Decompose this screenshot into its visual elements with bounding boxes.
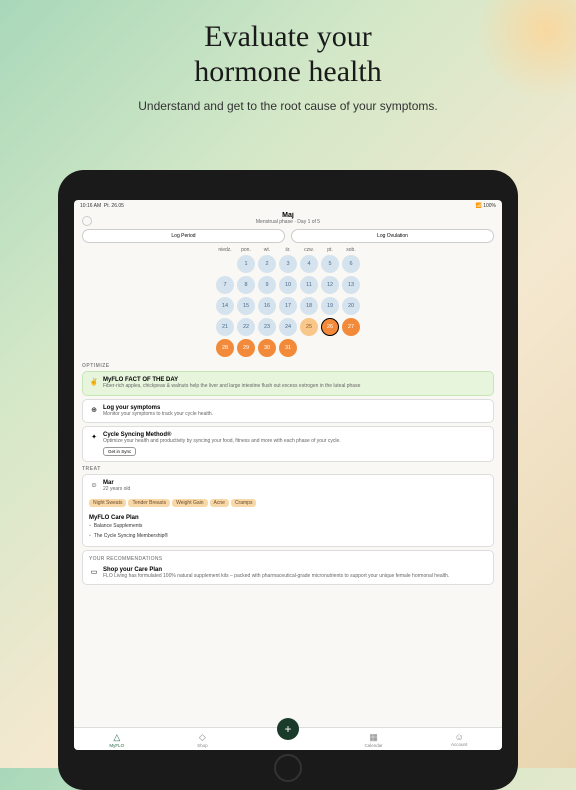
fact-icon: ✌ (89, 377, 99, 387)
calendar-day[interactable]: 6 (342, 255, 360, 273)
calendar-day[interactable]: 29 (237, 339, 255, 357)
fact-card: ✌ MyFLO FACT OF THE DAY Fiber-rich apple… (82, 371, 494, 396)
symptom-tag[interactable]: Tender Breasts (128, 499, 170, 507)
calendar-day[interactable]: 13 (342, 276, 360, 294)
calendar-day[interactable]: 28 (216, 339, 234, 357)
log-period-button[interactable]: Log Period (82, 229, 285, 243)
phase-subtitle: Menstrual phase · Day 1 of 5 (96, 219, 480, 225)
section-treat: TREAT (82, 466, 494, 472)
careplan-item[interactable]: ▫The Cycle Syncing Membership® (89, 531, 168, 541)
calendar-day (216, 255, 234, 273)
profile-avatar[interactable] (82, 216, 92, 226)
person-icon: ☺ (89, 481, 99, 491)
calendar-day[interactable]: 21 (216, 318, 234, 336)
symptom-tag[interactable]: Night Sweats (89, 499, 126, 507)
calendar-day[interactable]: 30 (258, 339, 276, 357)
calendar-day[interactable]: 7 (216, 276, 234, 294)
dow-label: niedz. (216, 247, 234, 253)
section-optimize: OPTIMIZE (82, 363, 494, 369)
log-symptoms-card[interactable]: ⊕ Log your symptoms Monitor your symptom… (82, 399, 494, 424)
calendar-day[interactable]: 15 (237, 297, 255, 315)
profile-card: ☺ Mar 22 years old Night SweatsTender Br… (82, 474, 494, 548)
calendar-day (342, 339, 360, 357)
calendar-day[interactable]: 23 (258, 318, 276, 336)
tab-account[interactable]: ☺Account (416, 732, 502, 748)
calendar-day[interactable]: 4 (300, 255, 318, 273)
calendar-day[interactable]: 12 (321, 276, 339, 294)
dow-label: pon. (237, 247, 255, 253)
calendar-day[interactable]: 24 (279, 318, 297, 336)
calendar-day[interactable]: 22 (237, 318, 255, 336)
calendar-day[interactable]: 27 (342, 318, 360, 336)
dow-label: śr. (279, 247, 297, 253)
calendar-day[interactable]: 26 (321, 318, 339, 336)
calendar-day[interactable]: 18 (300, 297, 318, 315)
symptom-tag[interactable]: Acne (210, 499, 229, 507)
dow-label: czw. (300, 247, 318, 253)
profile-age: 22 years old (103, 486, 130, 493)
calendar-day (300, 339, 318, 357)
calendar-day (321, 339, 339, 357)
calendar-day[interactable]: 2 (258, 255, 276, 273)
calendar-day[interactable]: 17 (279, 297, 297, 315)
calendar-day[interactable]: 14 (216, 297, 234, 315)
calendar-day[interactable]: 19 (321, 297, 339, 315)
tab-calendar[interactable]: ▦Calendar (331, 732, 417, 748)
calendar-day[interactable]: 11 (300, 276, 318, 294)
log-ovulation-button[interactable]: Log Ovulation (291, 229, 494, 243)
calendar: niedz.pon.wt.śr.czw.pt.sob. 123456789101… (82, 247, 494, 357)
dow-label: wt. (258, 247, 276, 253)
shop-icon: ▭ (89, 567, 99, 577)
symptom-tag[interactable]: Cramps (231, 499, 257, 507)
fact-body: Fiber-rich apples, chickpeas & walnuts h… (103, 383, 360, 390)
recs-label: YOUR RECOMMENDATIONS (89, 556, 162, 563)
home-button[interactable] (274, 754, 302, 782)
tablet-frame: 10:16 AM Pt. 26.05 📶 100% Maj Menstrual … (58, 170, 518, 790)
get-in-sync-button[interactable]: Get in Sync (103, 447, 136, 456)
shop-card[interactable]: YOUR RECOMMENDATIONS ▭ Shop your Care Pl… (82, 550, 494, 585)
dow-label: pt. (321, 247, 339, 253)
log-symptoms-body: Monitor your symptoms to track your cycl… (103, 411, 213, 418)
shop-body: FLO Living has formulated 100% natural s… (103, 573, 449, 580)
fab-add-button[interactable]: + (277, 718, 299, 740)
calendar-day[interactable]: 8 (237, 276, 255, 294)
tab-bar: + △MyFLO◇Shop▦Calendar☺Account (74, 727, 502, 750)
calendar-day[interactable]: 16 (258, 297, 276, 315)
careplan-item[interactable]: ▫Balance Supplements (89, 521, 168, 531)
tab-shop[interactable]: ◇Shop (160, 732, 246, 748)
month-title: Maj (96, 212, 480, 219)
plus-icon: ⊕ (89, 405, 99, 415)
calendar-day[interactable]: 25 (300, 318, 318, 336)
cycle-sync-body: Optimize your health and productivity by… (103, 438, 341, 445)
calendar-day[interactable]: 31 (279, 339, 297, 357)
cycle-sync-card[interactable]: ✦ Cycle Syncing Method® Optimize your he… (82, 426, 494, 462)
calendar-day[interactable]: 20 (342, 297, 360, 315)
calendar-day[interactable]: 9 (258, 276, 276, 294)
status-bar: 10:16 AM Pt. 26.05 📶 100% (74, 200, 502, 212)
sync-icon: ✦ (89, 432, 99, 442)
hero-subtitle: Understand and get to the root cause of … (20, 99, 556, 113)
symptom-tag[interactable]: Weight Gain (172, 499, 207, 507)
calendar-day[interactable]: 5 (321, 255, 339, 273)
calendar-day[interactable]: 10 (279, 276, 297, 294)
dow-label: sob. (342, 247, 360, 253)
app-screen: 10:16 AM Pt. 26.05 📶 100% Maj Menstrual … (74, 200, 502, 750)
tab-myflo[interactable]: △MyFLO (74, 732, 160, 748)
calendar-day[interactable]: 3 (279, 255, 297, 273)
calendar-day[interactable]: 1 (237, 255, 255, 273)
